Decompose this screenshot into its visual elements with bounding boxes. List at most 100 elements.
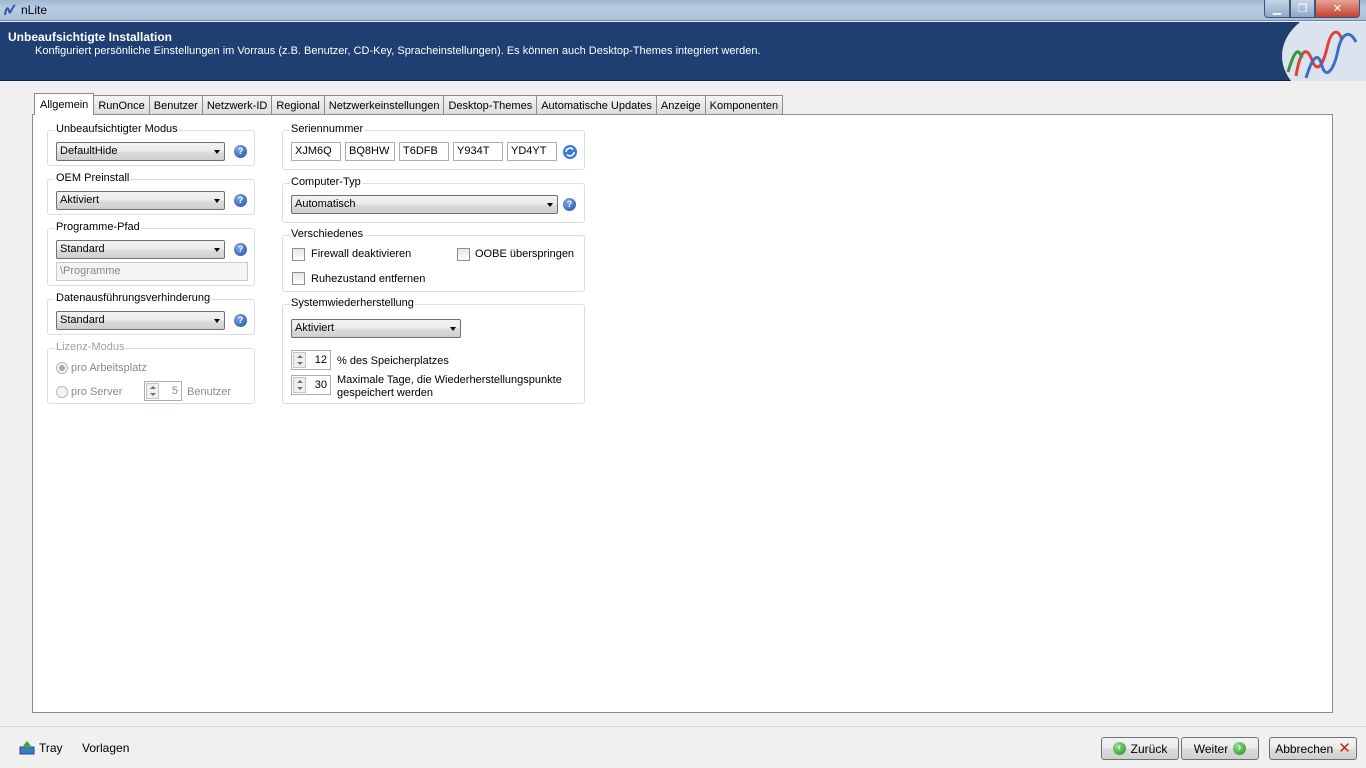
restore-days-label-line1: Maximale Tage, die Wiederherstellungspun… (337, 374, 562, 386)
nlite-app-icon (4, 4, 16, 16)
restore-days-value: 30 (314, 379, 327, 391)
firewall-label: Firewall deaktivieren (311, 248, 412, 260)
dep-legend: Datenausführungsverhinderung (55, 292, 212, 304)
program-path-value: Standard (60, 243, 105, 255)
group-system-restore: Systemwiederherstellung Aktiviert 12 % d… (282, 297, 585, 404)
serial-part-4-input[interactable]: Y934T (453, 142, 503, 161)
program-path-legend: Programme-Pfad (55, 221, 141, 233)
title-bar: nLite ▁ ❐ ✕ (0, 0, 1366, 21)
unattended-mode-legend: Unbeaufsichtigter Modus (55, 123, 179, 135)
license-mode-legend: Lizenz-Modus (55, 341, 126, 353)
system-restore-select[interactable]: Aktiviert (291, 319, 461, 338)
group-license-mode: Lizenz-Modus pro Arbeitsplatz pro Server… (47, 341, 255, 404)
tab-netzwerkeinstellungen[interactable]: Netzwerkeinstellungen (323, 95, 445, 115)
window-title: nLite (21, 3, 48, 17)
dep-help-icon[interactable]: ? (234, 314, 247, 327)
presets-label: Vorlagen (82, 741, 130, 755)
tab-benutzer[interactable]: Benutzer (148, 95, 203, 115)
back-label: Zurück (1130, 741, 1168, 756)
unattended-mode-help-icon[interactable]: ? (234, 145, 247, 158)
server-count-spin-buttons[interactable] (146, 383, 159, 399)
cancel-label: Abbrechen (1275, 741, 1334, 756)
tab-desktop-themes[interactable]: Desktop-Themes (443, 95, 538, 115)
program-path-help-icon[interactable]: ? (234, 243, 247, 256)
tab-regional[interactable]: Regional (271, 95, 325, 115)
dep-select[interactable]: Standard (56, 311, 225, 330)
oobe-checkbox[interactable] (457, 248, 470, 261)
oem-preinstall-value: Aktiviert (60, 194, 100, 206)
program-path-input[interactable]: \Programme (56, 262, 248, 281)
restore-percent-stepper[interactable]: 12 (291, 350, 331, 370)
unattended-mode-select[interactable]: DefaultHide (56, 142, 225, 161)
tab-runonce[interactable]: RunOnce (93, 95, 150, 115)
system-restore-value: Aktiviert (295, 322, 335, 334)
restore-days-label-line2: gespeichert werden (337, 387, 434, 399)
cancel-button[interactable]: Abbrechen ✕ (1269, 737, 1357, 760)
tab-strip: Allgemein RunOnce Benutzer Netzwerk-ID R… (34, 93, 784, 115)
tray-button[interactable]: Tray (19, 741, 63, 755)
oem-preinstall-select[interactable]: Aktiviert (56, 191, 225, 210)
system-restore-legend: Systemwiederherstellung (290, 297, 415, 309)
back-button[interactable]: ‹ Zurück (1101, 737, 1179, 760)
tray-icon (19, 741, 35, 755)
serial-part-3-input[interactable]: T6DFB (399, 142, 449, 161)
refresh-icon[interactable] (562, 144, 578, 160)
maximize-button[interactable]: ❐ (1290, 0, 1315, 18)
computer-type-select[interactable]: Automatisch (291, 195, 558, 214)
tab-allgemein[interactable]: Allgemein (34, 93, 95, 115)
group-unattended-mode: Unbeaufsichtigter Modus DefaultHide ? (47, 123, 255, 166)
close-button[interactable]: ✕ (1315, 0, 1360, 18)
per-seat-label: pro Arbeitsplatz (71, 362, 147, 374)
group-misc: Verschiedenes Firewall deaktivieren OOBE… (282, 228, 585, 292)
computer-type-help-icon[interactable]: ? (563, 198, 576, 211)
oem-preinstall-legend: OEM Preinstall (55, 172, 131, 184)
serial-part-1-input[interactable]: XJM6Q (291, 142, 341, 161)
restore-percent-value: 12 (314, 354, 327, 366)
group-dep: Datenausführungsverhinderung Standard ? (47, 292, 255, 335)
restore-percent-spin-buttons[interactable] (293, 352, 306, 368)
hibernate-label: Ruhezustand entfernen (311, 273, 426, 285)
tab-netzwerk-id[interactable]: Netzwerk-ID (201, 95, 273, 115)
serial-part-5-input[interactable]: YD4YT (507, 142, 557, 161)
misc-legend: Verschiedenes (290, 228, 365, 240)
page-title: Unbeaufsichtigte Installation (8, 30, 173, 44)
tab-anzeige[interactable]: Anzeige (655, 95, 706, 115)
computer-type-legend: Computer-Typ (290, 176, 362, 188)
program-path-select[interactable]: Standard (56, 240, 225, 259)
presets-button[interactable]: Vorlagen (82, 741, 129, 755)
tab-automatische-updates[interactable]: Automatische Updates (536, 95, 657, 115)
server-count-stepper[interactable]: 5 (144, 381, 182, 401)
restore-days-stepper[interactable]: 30 (291, 375, 331, 395)
next-label: Weiter (1193, 741, 1229, 756)
tab-panel-allgemein: Unbeaufsichtigter Modus DefaultHide ? OE… (32, 114, 1333, 713)
unattended-mode-value: DefaultHide (60, 145, 118, 157)
server-count-value: 5 (171, 385, 178, 397)
restore-percent-label: % des Speicherplatzes (337, 355, 449, 367)
page-header: Unbeaufsichtigte Installation Konfigurie… (0, 22, 1366, 81)
next-button[interactable]: Weiter › (1181, 737, 1259, 760)
serial-part-2-input[interactable]: BQ8HW (345, 142, 395, 161)
cancel-x-icon: ✕ (1338, 739, 1351, 757)
restore-days-spin-buttons[interactable] (293, 377, 306, 393)
per-server-radio[interactable] (56, 386, 68, 398)
firewall-checkbox[interactable] (292, 248, 305, 261)
tray-label: Tray (39, 741, 63, 755)
tab-komponenten[interactable]: Komponenten (704, 95, 784, 115)
next-arrow-icon: › (1233, 742, 1247, 755)
oem-preinstall-help-icon[interactable]: ? (234, 194, 247, 207)
serial-number-legend: Seriennummer (290, 123, 365, 135)
dep-value: Standard (60, 314, 105, 326)
page-subtitle: Konfiguriert persönliche Einstellungen i… (35, 45, 761, 57)
hibernate-checkbox[interactable] (292, 272, 305, 285)
computer-type-value: Automatisch (295, 198, 356, 210)
per-server-label: pro Server (71, 386, 123, 398)
group-computer-type: Computer-Typ Automatisch ? (282, 176, 585, 223)
minimize-button[interactable]: ▁ (1264, 0, 1290, 18)
per-seat-radio[interactable] (56, 362, 68, 374)
group-program-path: Programme-Pfad Standard ? \Programme (47, 221, 255, 286)
group-serial-number: Seriennummer XJM6Q BQ8HW T6DFB Y934T YD4… (282, 123, 585, 170)
nlite-logo (1282, 22, 1366, 81)
group-oem-preinstall: OEM Preinstall Aktiviert ? (47, 172, 255, 215)
oobe-label: OOBE überspringen (475, 248, 575, 260)
users-label: Benutzer (187, 386, 232, 398)
